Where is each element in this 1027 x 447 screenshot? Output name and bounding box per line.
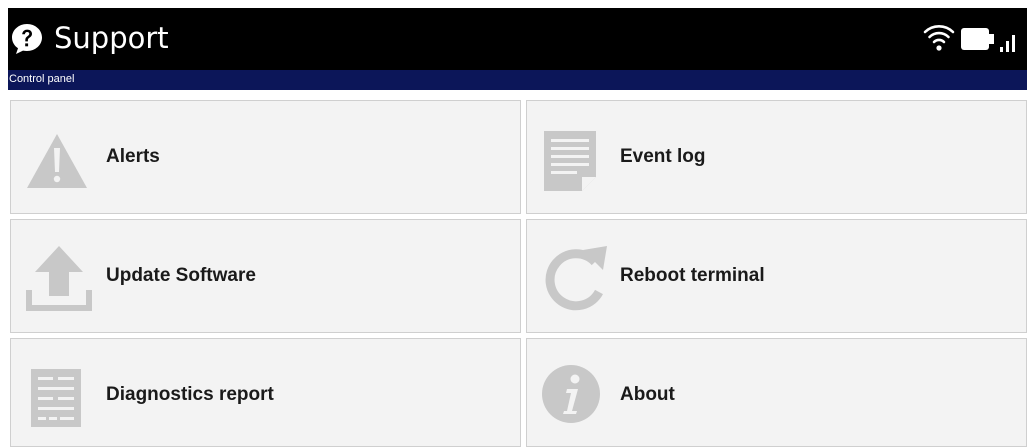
breadcrumb-label: Control panel	[9, 73, 75, 85]
info-icon	[542, 365, 600, 423]
status-indicators	[923, 22, 1023, 56]
reboot-icon	[545, 246, 607, 311]
about-button[interactable]: About	[526, 338, 1027, 447]
signal-icon	[1000, 35, 1015, 52]
title-bar: Support	[8, 8, 1027, 70]
event-log-label: Event log	[620, 146, 706, 167]
alerts-button[interactable]: Alerts	[10, 100, 521, 214]
document-icon	[544, 131, 596, 191]
event-log-button[interactable]: Event log	[526, 100, 1027, 214]
support-menu: Alerts Event log Update Software Reboot …	[8, 91, 1027, 447]
breadcrumb: Control panel	[8, 70, 1027, 90]
update-software-button[interactable]: Update Software	[10, 219, 521, 333]
upload-icon	[26, 246, 92, 311]
alerts-label: Alerts	[106, 146, 160, 167]
about-label: About	[620, 384, 675, 405]
support-screen: Support Control panel Alerts Event log U…	[8, 8, 1027, 447]
report-icon	[31, 369, 81, 427]
update-software-label: Update Software	[106, 265, 256, 286]
question-icon	[12, 24, 42, 54]
warning-icon	[27, 134, 87, 188]
page-title: Support	[54, 21, 169, 55]
diagnostics-report-button[interactable]: Diagnostics report	[10, 338, 521, 447]
wifi-icon	[923, 25, 955, 51]
reboot-terminal-label: Reboot terminal	[620, 265, 765, 286]
battery-icon	[961, 28, 994, 50]
diagnostics-report-label: Diagnostics report	[106, 384, 274, 405]
reboot-terminal-button[interactable]: Reboot terminal	[526, 219, 1027, 333]
